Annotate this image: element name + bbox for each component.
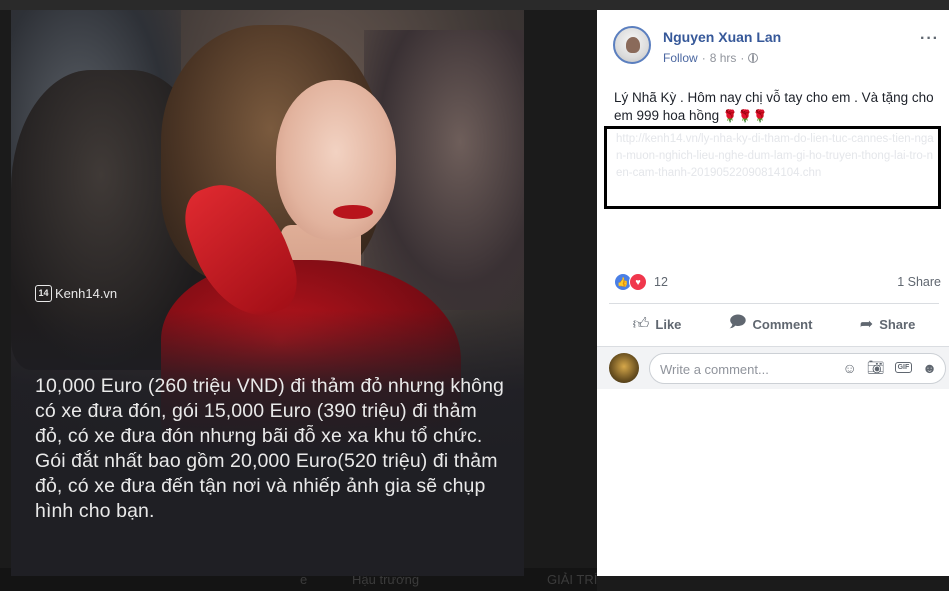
follow-link[interactable]: Follow (663, 51, 698, 65)
comment-input[interactable]: Write a comment... ☺ 📷︎ GIF ☻ (649, 353, 946, 384)
comment-composer: Write a comment... ☺ 📷︎ GIF ☻ (597, 347, 949, 389)
photo-caption: 10,000 Euro (260 triệu VND) đi thảm đỏ n… (35, 375, 505, 522)
reaction-summary[interactable]: 👍 ♥ 12 (614, 273, 668, 291)
comment-label: Comment (752, 316, 813, 332)
author-name[interactable]: Nguyen Xuan Lan (663, 29, 781, 45)
emoji-icon[interactable]: ☺ (843, 360, 857, 376)
post-side-panel: Nguyen Xuan Lan Follow · 8 hrs · ··· Lý … (597, 10, 949, 576)
author-avatar[interactable] (613, 26, 651, 64)
kenh14-logo-icon: 14 (35, 285, 52, 302)
thumbs-up-icon: 👍︎ (632, 315, 650, 333)
rose-emoji: 🌹🌹🌹 (722, 109, 768, 123)
more-options-icon[interactable]: ··· (920, 30, 939, 48)
background-strip (0, 0, 949, 10)
photo-lips (333, 205, 373, 219)
sticker-icon[interactable]: ☻ (922, 360, 937, 376)
comment-bubble-icon: 🗩︎ (728, 313, 747, 331)
comment-tools: ☺ 📷︎ GIF ☻ (843, 359, 937, 376)
user-avatar[interactable] (609, 353, 639, 383)
post-meta: Follow · 8 hrs · (663, 51, 759, 65)
like-label: Like (655, 316, 682, 332)
watermark-text: Kenh14.vn (55, 286, 118, 301)
meta-separator: · (701, 51, 706, 65)
post-link[interactable]: http://kenh14.vn/ly-nha-ky-di-tham-do-li… (616, 131, 936, 182)
gif-icon[interactable]: GIF (894, 362, 913, 373)
comment-button[interactable]: 🗩︎ Comment (729, 311, 813, 338)
meta-separator: · (740, 51, 745, 65)
comment-placeholder: Write a comment... (660, 362, 769, 377)
love-reaction-icon: ♥ (629, 273, 647, 291)
post-text: Lý Nhã Kỳ . Hôm nay chị vỗ tay cho em . … (614, 90, 934, 123)
post-time[interactable]: 8 hrs (710, 51, 737, 65)
avatar-figure (626, 37, 640, 53)
share-count[interactable]: 1 Share (897, 275, 941, 289)
post-actions: 👍︎ Like 🗩︎ Comment ➦ Share (609, 308, 939, 340)
share-button[interactable]: ➦ Share (860, 314, 916, 334)
reaction-count: 12 (654, 275, 668, 289)
kenh14-watermark: 14 Kenh14.vn (35, 285, 117, 302)
ghost-item: GIẢI TRÍ CỦ... (547, 572, 597, 587)
share-label: Share (879, 316, 916, 332)
post-photo[interactable]: 14 Kenh14.vn 10,000 Euro (260 triệu VND)… (11, 10, 524, 576)
divider (609, 303, 939, 304)
globe-icon (748, 53, 759, 63)
like-button[interactable]: 👍︎ Like (633, 315, 682, 334)
camera-icon[interactable]: 📷︎ (867, 359, 885, 376)
redaction-box: http://kenh14.vn/ly-nha-ky-di-tham-do-li… (604, 126, 941, 209)
share-arrow-icon: ➦ (859, 316, 874, 333)
post-body: Lý Nhã Kỳ . Hôm nay chị vỗ tay cho em . … (614, 89, 939, 125)
